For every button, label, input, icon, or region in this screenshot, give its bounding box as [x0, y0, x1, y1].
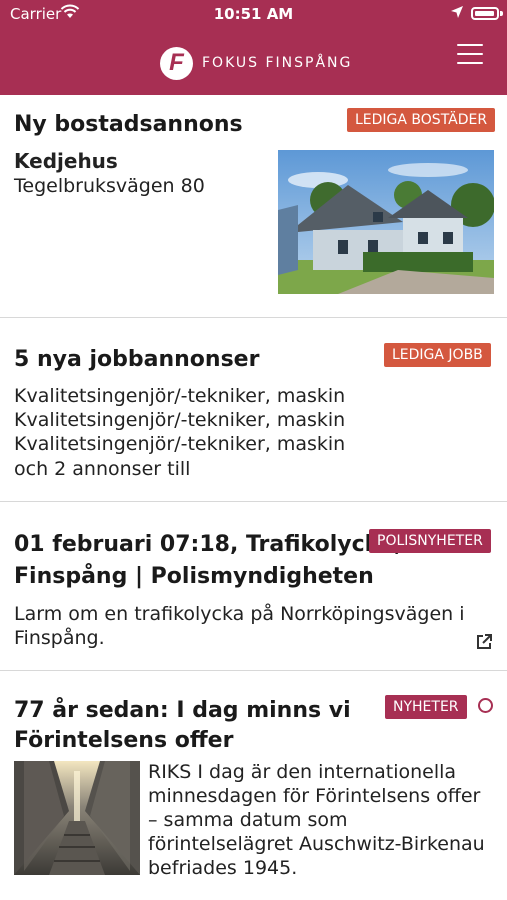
news-summary-line: förintelselägret Auschwitz-Birkenau	[148, 833, 485, 855]
card-title-line2: Finspång | Polismyndigheten	[14, 564, 374, 589]
battery-icon	[471, 7, 499, 20]
unread-indicator-icon	[478, 698, 493, 713]
card-title-line1: 01 februari 07:18, Trafikolycka,	[14, 532, 403, 557]
tag-lediga-bostader[interactable]: LEDIGA BOSTÄDER	[347, 108, 496, 132]
tag-nyheter[interactable]: NYHETER	[385, 695, 467, 719]
news-summary-line: befriades 1945.	[148, 857, 298, 879]
external-link-icon[interactable]	[475, 633, 493, 651]
police-summary-line1: Larm om en trafikolycka på Norrköpingsvä…	[14, 603, 465, 625]
memorial-photo[interactable]	[14, 761, 140, 875]
brand-name: FOKUS FINSPÅNG	[202, 55, 353, 71]
card-title-line2: Förintelsens offer	[14, 728, 234, 753]
police-card[interactable]: 01 februari 07:18, Trafikolycka, Finspån…	[0, 502, 507, 671]
more-jobs-line: och 2 annonser till	[14, 458, 191, 480]
jobs-card[interactable]: 5 nya jobbannonser LEDIGA JOBB Kvalitets…	[0, 318, 507, 502]
police-summary-line2: Finspång.	[14, 627, 105, 649]
logo-badge: F	[160, 46, 193, 80]
tag-polisnyheter[interactable]: POLISNYHETER	[369, 529, 491, 553]
house-photo[interactable]	[278, 150, 494, 294]
status-bar: Carrier 10:51 AM	[0, 0, 507, 28]
app-header: Carrier 10:51 AM F FOKUS FINSPÅNG	[0, 0, 507, 95]
news-summary-line: minnesdagen för Förintelsens offer	[148, 785, 481, 807]
job-line: Kvalitetsingenjör/-tekniker, maskin	[14, 433, 346, 455]
job-line: Kvalitetsingenjör/-tekniker, maskin	[14, 385, 346, 407]
housing-address: Tegelbruksvägen 80	[14, 175, 205, 197]
brand-logo[interactable]: F FOKUS FINSPÅNG	[160, 46, 352, 80]
tag-lediga-jobb[interactable]: LEDIGA JOBB	[384, 343, 491, 367]
location-arrow-icon	[451, 6, 463, 18]
news-summary-line: RIKS I dag är den internationella	[148, 761, 457, 783]
housing-name: Kedjehus	[14, 149, 118, 173]
card-title-line1: 77 år sedan: I dag minns vi	[14, 698, 351, 723]
status-time: 10:51 AM	[213, 5, 294, 23]
battery-tip	[500, 11, 503, 16]
hamburger-menu-icon[interactable]	[457, 44, 483, 66]
card-title: 5 nya jobbannonser	[14, 347, 260, 372]
job-line: Kvalitetsingenjör/-tekniker, maskin	[14, 409, 346, 431]
card-title: Ny bostadsannons	[14, 112, 243, 137]
news-summary-line: – samma datum som	[148, 809, 348, 831]
